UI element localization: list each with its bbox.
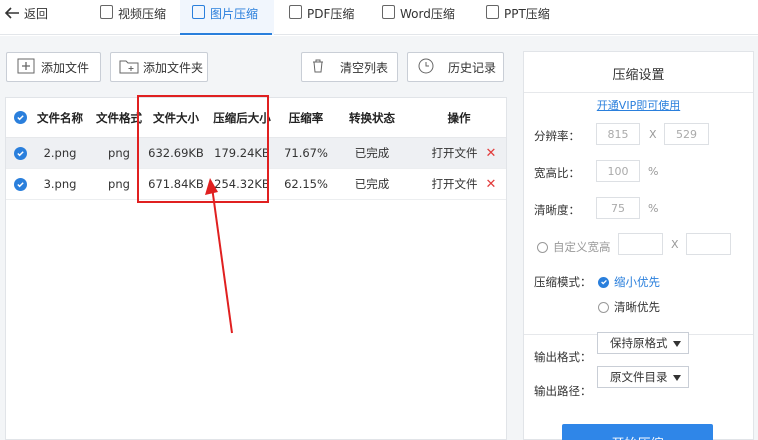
clear-list-button[interactable]: 清空列表 — [301, 52, 398, 82]
cell-ratio: 62.15% — [284, 177, 328, 191]
clear-list-label: 清空列表 — [340, 60, 389, 75]
header-action: 操作 — [447, 110, 471, 125]
tab-image-compress[interactable]: 图片压缩 — [179, 0, 273, 35]
cell-status: 已完成 — [354, 146, 390, 160]
resolution-label: 分辨率： — [534, 129, 580, 143]
open-file-link[interactable]: 打开文件 — [432, 145, 478, 161]
clock-icon — [418, 58, 434, 77]
tab-pdf-compress[interactable]: PDF压缩 — [289, 0, 354, 34]
row-checkbox[interactable] — [10, 138, 30, 168]
clarity-label: 清晰度： — [534, 203, 580, 217]
annotation-arrow-icon — [205, 178, 233, 334]
output-path-value: 原文件目录 — [610, 370, 668, 384]
cell-action: 打开文件 ✕ — [426, 138, 502, 168]
vip-link[interactable]: 开通VIP即可使用 — [524, 97, 753, 113]
row-checkbox[interactable] — [10, 169, 30, 199]
settings-card: 压缩设置 开通VIP即可使用 分辨率： 815 X 529 宽高比： 100 %… — [523, 51, 754, 440]
delete-icon[interactable]: ✕ — [486, 146, 497, 161]
custom-height-input[interactable] — [686, 233, 731, 255]
ppt-file-icon — [486, 5, 499, 19]
mode-label: 压缩模式： — [534, 275, 592, 289]
folder-icon — [119, 58, 139, 77]
cell-ratio: 71.67% — [284, 146, 328, 160]
tab-label: Word压缩 — [400, 7, 455, 21]
check-icon — [16, 150, 24, 156]
custom-size-label: 自定义宽高 — [553, 240, 611, 254]
custom-width-input[interactable] — [618, 233, 663, 255]
resolution-x: X — [649, 128, 657, 141]
check-icon — [16, 181, 24, 187]
tab-label: PPT压缩 — [504, 7, 550, 21]
output-format-value: 保持原格式 — [610, 336, 668, 350]
top-tab-bar: 返回 视频压缩 图片压缩 PDF压缩 Word压缩 PPT压缩 — [0, 0, 758, 35]
tab-label: 图片压缩 — [210, 7, 259, 21]
start-compress-button[interactable]: 开始压缩 — [562, 424, 713, 440]
output-path-select[interactable]: 原文件目录 — [597, 366, 689, 388]
header-file-name: 文件名称 — [37, 110, 83, 125]
radio-icon — [537, 241, 548, 253]
add-file-button[interactable]: 添加文件 — [6, 52, 101, 82]
tab-ppt-compress[interactable]: PPT压缩 — [486, 0, 550, 34]
check-icon — [16, 115, 24, 121]
tab-word-compress[interactable]: Word压缩 — [382, 0, 455, 34]
arrow-left-icon — [4, 7, 19, 19]
cell-status: 已完成 — [354, 177, 390, 191]
mode-option-label: 缩小优先 — [614, 275, 660, 289]
aspect-input[interactable]: 100 — [596, 160, 640, 182]
divider — [524, 92, 753, 93]
add-file-label: 添加文件 — [41, 60, 90, 75]
settings-title: 压缩设置 — [612, 68, 665, 83]
back-button[interactable]: 返回 — [4, 4, 48, 22]
tab-video-compress[interactable]: 视频压缩 — [100, 0, 166, 34]
chevron-down-icon — [673, 341, 681, 347]
history-label: 历史记录 — [448, 60, 497, 75]
clarity-input[interactable]: 75 — [596, 197, 640, 219]
resolution-width-input[interactable]: 815 — [596, 123, 640, 145]
open-file-link[interactable]: 打开文件 — [432, 176, 478, 192]
add-folder-button[interactable]: 添加文件夹 — [110, 52, 208, 82]
cell-file-name: 3.png — [43, 177, 77, 191]
aspect-label: 宽高比： — [534, 166, 580, 180]
settings-panel: 压缩设置 开通VIP即可使用 分辨率： 815 X 529 宽高比： 100 %… — [512, 36, 758, 440]
pdf-file-icon — [289, 5, 302, 19]
clarity-unit: % — [648, 202, 659, 215]
header-ratio: 压缩率 — [288, 110, 324, 125]
word-file-icon — [382, 5, 395, 19]
cell-action: 打开文件 ✕ — [426, 169, 502, 199]
radio-checked-icon — [598, 276, 609, 288]
custom-size-radio[interactable]: 自定义宽高 — [537, 239, 611, 255]
add-file-icon — [17, 58, 35, 77]
image-file-icon — [192, 5, 205, 19]
select-all-checkbox[interactable] — [10, 98, 30, 137]
delete-icon[interactable]: ✕ — [486, 177, 497, 192]
output-format-label: 输出格式： — [534, 350, 592, 364]
custom-x: X — [671, 238, 679, 251]
tab-label: PDF压缩 — [307, 7, 355, 21]
resolution-height-input[interactable]: 529 — [664, 123, 709, 145]
mode-option-label: 清晰优先 — [614, 300, 660, 314]
aspect-unit: % — [648, 165, 659, 178]
add-folder-label: 添加文件夹 — [143, 60, 204, 75]
mode-option-clear[interactable]: 清晰优先 — [598, 299, 660, 315]
cell-file-name: 2.png — [43, 146, 77, 160]
back-label: 返回 — [24, 6, 49, 21]
tab-label: 视频压缩 — [118, 7, 167, 21]
history-button[interactable]: 历史记录 — [407, 52, 504, 82]
radio-icon — [598, 301, 609, 313]
chevron-down-icon — [673, 375, 681, 381]
output-format-select[interactable]: 保持原格式 — [597, 332, 689, 354]
output-path-label: 输出路径： — [534, 384, 592, 398]
mode-option-small[interactable]: 缩小优先 — [598, 274, 660, 290]
trash-icon — [312, 59, 324, 76]
header-status: 转换状态 — [349, 110, 395, 125]
video-file-icon — [100, 5, 113, 19]
